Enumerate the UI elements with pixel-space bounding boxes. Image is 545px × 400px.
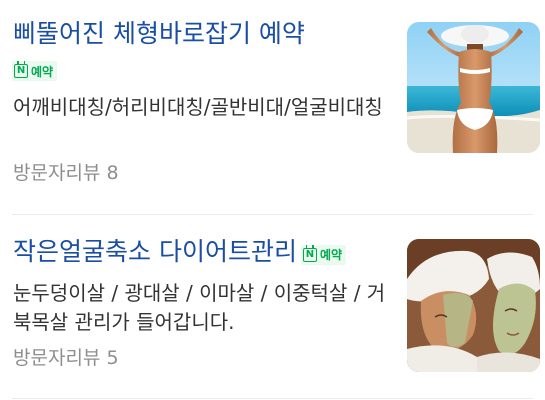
naver-booking-icon: N [302, 245, 317, 262]
visitor-review-count: 8 [106, 162, 119, 184]
beach-woman-image [407, 22, 540, 153]
booking-badge[interactable]: N 예약 [12, 61, 58, 81]
listing-thumbnail[interactable] [407, 22, 540, 153]
list-divider [12, 214, 533, 215]
list-divider [12, 398, 533, 399]
facial-mask-image [407, 239, 540, 372]
listing-item[interactable]: 작은얼굴축소 다이어트관리 N 예약 눈두덩이살 / 광대살 / 이마살 / 이중턱… [0, 216, 545, 400]
listing-item[interactable]: 삐뚤어진 체형바로잡기 예약 N 예약 어깨비대칭/허리비대칭/골반비대/얼굴비… [0, 0, 545, 215]
booking-badge[interactable]: N 예약 [300, 245, 347, 265]
visitor-review[interactable]: 방문자리뷰 5 [13, 346, 119, 370]
listing-description: 어깨비대칭/허리비대칭/골반비대/얼굴비대칭 [13, 95, 383, 119]
visitor-review-label: 방문자리뷰 [13, 347, 101, 369]
naver-booking-icon: N [14, 61, 28, 78]
booking-badge-label: 예약 [31, 64, 54, 79]
listing-title-text: 작은얼굴축소 다이어트관리 [13, 237, 297, 266]
listing-thumbnail[interactable] [407, 239, 540, 372]
booking-badge-label: 예약 [319, 248, 343, 262]
visitor-review[interactable]: 방문자리뷰 8 [13, 161, 119, 185]
listing-description: 눈두덩이살 / 광대살 / 이마살 / 이중턱살 / 거북목살 관리가 들어갑니… [13, 281, 386, 334]
listing-title[interactable]: 작은얼굴축소 다이어트관리 N 예약 [13, 236, 347, 268]
visitor-review-label: 방문자리뷰 [13, 162, 101, 184]
listing-title[interactable]: 삐뚤어진 체형바로잡기 예약 [13, 18, 305, 50]
visitor-review-count: 5 [106, 347, 119, 369]
